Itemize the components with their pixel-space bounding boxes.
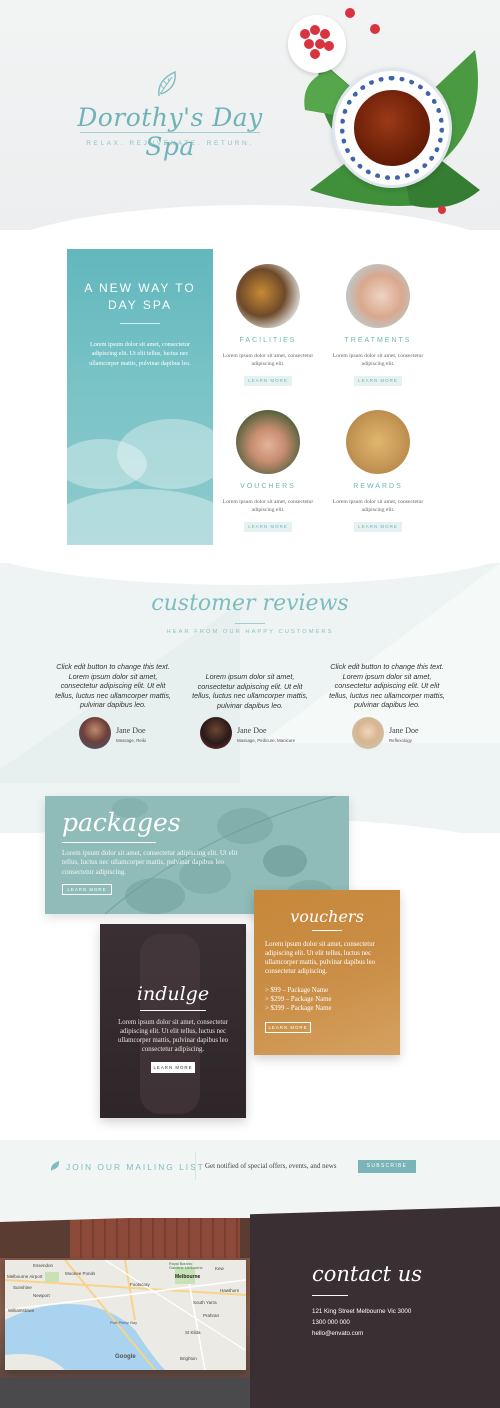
contact-divider	[312, 1295, 348, 1296]
map-label: Kew	[215, 1266, 224, 1271]
service-title-treatments: TREATMENTS	[344, 337, 412, 344]
contact-section	[250, 1206, 500, 1408]
brick-wall	[70, 1218, 240, 1258]
raspberry-icon	[320, 29, 330, 39]
map-label: Royal Botanic Gardens Melbourne	[169, 1262, 203, 1271]
raspberry-icon	[438, 206, 446, 214]
map-label: Melbourne Airport	[7, 1274, 43, 1279]
vouchers-text: Lorem ipsum dolor sit amet, consectetur …	[265, 941, 376, 975]
service-title-facilities: FACILITIES	[239, 337, 297, 344]
logo-leaf-icon	[158, 70, 176, 97]
review-text: Click edit button to change this text. L…	[55, 662, 171, 710]
intro-text: Lorem ipsum dolor sit amet, consectetur …	[89, 341, 191, 367]
service-title-vouchers: VOUCHERS	[240, 483, 296, 490]
road	[0, 1378, 250, 1408]
leaf-icon	[50, 1161, 60, 1171]
intro-title: A NEW WAY TO DAY SPA	[84, 281, 196, 312]
rewards-photo	[346, 410, 410, 474]
packages-text: Lorem ipsum dolor sit amet, consectetur …	[62, 849, 238, 876]
raspberry-icon	[310, 49, 320, 59]
map-label: Melbourne	[175, 1274, 201, 1280]
contact-address: 121 King Street Melbourne Vic 3000	[312, 1308, 412, 1315]
vouchers-learn-more-button[interactable]: LEARN MORE	[265, 1022, 311, 1033]
indulge-title: indulge	[136, 983, 210, 1005]
mailing-list-text: Get notified of special offers, events, …	[205, 1162, 337, 1170]
location-map[interactable]: Essendon Moonee Ponds Melbourne Airport …	[5, 1260, 246, 1370]
map-label: Newport	[33, 1293, 50, 1298]
packages-learn-more-button[interactable]: LEARN MORE	[62, 884, 112, 895]
facilities-photo	[236, 264, 300, 328]
subscribe-button[interactable]: SUBSCRIBE	[358, 1160, 416, 1173]
site-tagline: RELAX. REJUVENATE. RETURN.	[86, 140, 254, 147]
service-text-rewards: Lorem ipsum dolor sit amet, consectetur …	[332, 499, 424, 513]
voucher-item: > $399 – Package Name	[265, 1005, 332, 1012]
intro-divider	[120, 323, 160, 324]
indulge-divider	[140, 1010, 206, 1011]
vouchers-photo	[236, 410, 300, 474]
facilities-learn-more-button[interactable]: LEARN MORE	[244, 376, 292, 386]
review-text: Click edit button to change this text. L…	[329, 662, 445, 710]
vouchers-title: vouchers	[290, 907, 364, 926]
rewards-learn-more-button[interactable]: LEARN MORE	[354, 522, 402, 532]
raspberry-icon	[370, 24, 380, 34]
reviewer-name: Jane Doe	[116, 726, 146, 735]
reviews-subtitle: HEAR FROM OUR HAPPY CUSTOMERS	[166, 629, 334, 635]
google-logo: Google	[115, 1354, 136, 1360]
avatar	[352, 717, 384, 749]
map-label: Essendon	[33, 1263, 54, 1268]
treatments-learn-more-button[interactable]: LEARN MORE	[354, 376, 402, 386]
map-label: Prahran	[203, 1313, 220, 1318]
logo-divider	[80, 132, 260, 133]
contact-phone[interactable]: 1300 000 000	[312, 1319, 350, 1326]
map-label: Port Phillip Bay	[110, 1320, 138, 1325]
vouchers-divider	[312, 930, 342, 931]
indulge-learn-more-button[interactable]: LEARN MORE	[151, 1062, 195, 1073]
berry-bowl	[288, 15, 346, 73]
mailing-list-label: JOIN OUR MAILING LIST	[66, 1162, 205, 1172]
reviewer-services: Massage, Reiki	[116, 738, 147, 743]
review-text: Lorem ipsum dolor sit amet, consectetur …	[192, 672, 308, 710]
reviewer-services: Massage, Pedicure, Manicure	[237, 738, 296, 743]
packages-divider	[62, 842, 156, 843]
tea-cup-image	[350, 86, 434, 170]
indulge-text: Lorem ipsum dolor sit amet, consectetur …	[117, 1019, 229, 1053]
reviewer-name: Jane Doe	[389, 726, 419, 735]
bg-shape	[260, 563, 500, 743]
voucher-item: > $99 – Package Name	[265, 987, 329, 994]
map-label: Moonee Ponds	[65, 1271, 96, 1276]
service-text-vouchers: Lorem ipsum dolor sit amet, consectetur …	[222, 499, 314, 513]
service-title-rewards: REWARDS	[353, 483, 403, 490]
reviews-title: customer reviews	[151, 591, 349, 616]
map-label: Brighton	[180, 1356, 197, 1361]
map-label: Footscray	[130, 1282, 150, 1287]
raspberry-icon	[345, 8, 355, 18]
packages-title: packages	[62, 808, 181, 837]
map-label: St Kilda	[185, 1330, 201, 1335]
map-label: Hawthorn	[220, 1288, 240, 1293]
service-text-facilities: Lorem ipsum dolor sit amet, consectetur …	[222, 353, 314, 367]
mailing-divider	[195, 1152, 196, 1180]
avatar	[79, 717, 111, 749]
raspberry-icon	[310, 25, 320, 35]
raspberry-icon	[324, 41, 334, 51]
contact-email[interactable]: hello@envato.com	[312, 1330, 363, 1337]
cloud-shape	[67, 489, 213, 547]
avatar	[200, 717, 232, 749]
voucher-item: > $299 – Package Name	[265, 996, 332, 1003]
map-label: Williamstown	[8, 1308, 35, 1313]
contact-title: contact us	[312, 1262, 423, 1286]
raspberry-icon	[300, 29, 310, 39]
reviewer-name: Jane Doe	[237, 726, 267, 735]
reviews-divider	[235, 623, 265, 624]
service-text-treatments: Lorem ipsum dolor sit amet, consectetur …	[332, 353, 424, 367]
treatments-photo	[346, 264, 410, 328]
map-label: Sunshine	[13, 1285, 32, 1290]
reviewer-services: Reflexology	[389, 738, 412, 743]
raspberry-icon	[304, 39, 314, 49]
vouchers-learn-more-button[interactable]: LEARN MORE	[244, 522, 292, 532]
map-label: South Yarra	[193, 1300, 217, 1305]
